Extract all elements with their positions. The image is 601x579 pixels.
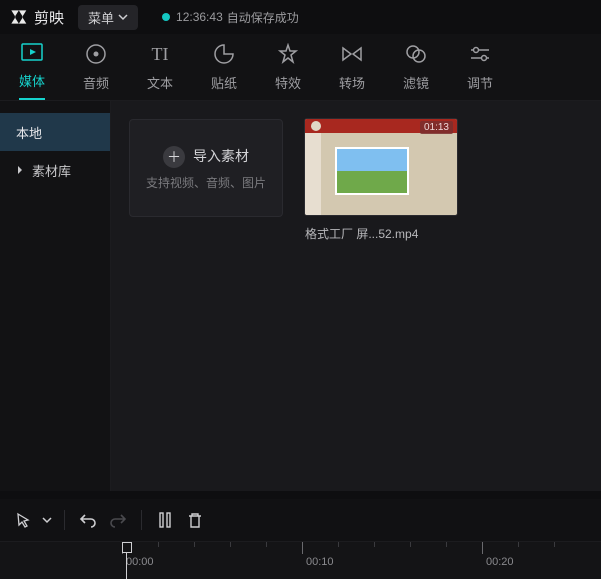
timeline-label: 00:00: [126, 556, 154, 568]
transition-icon: [340, 41, 364, 67]
separator: [64, 510, 65, 530]
tab-audio[interactable]: 音频: [64, 38, 128, 100]
sidebar: 本地 素材库: [0, 101, 111, 491]
timeline-toolbar: [0, 499, 601, 541]
import-title: 导入素材: [193, 146, 249, 166]
text-icon: TI: [152, 41, 169, 67]
trash-icon: [187, 512, 203, 529]
split-button[interactable]: [150, 505, 180, 535]
chevron-down-icon: [118, 12, 128, 22]
tab-text[interactable]: TI 文本: [128, 38, 192, 100]
tab-label: 特效: [275, 73, 301, 100]
tab-effect[interactable]: 特效: [256, 38, 320, 100]
timeline-label: 00:10: [306, 556, 334, 568]
sidebar-item-library[interactable]: 素材库: [0, 151, 110, 189]
delete-button[interactable]: [180, 505, 210, 535]
tab-media[interactable]: 媒体: [0, 38, 64, 100]
media-icon: [20, 39, 44, 65]
menu-button[interactable]: 菜单: [78, 5, 138, 30]
tab-label: 媒体: [19, 71, 45, 100]
adjust-icon: [469, 41, 491, 67]
tab-transition[interactable]: 转场: [320, 38, 384, 100]
redo-button[interactable]: [103, 505, 133, 535]
status-dot-icon: [162, 13, 170, 21]
content-body: 本地 素材库 ＋ 导入素材 支持视频、音频、图片 01:1: [0, 101, 601, 491]
menu-label: 菜单: [88, 8, 114, 27]
select-tool-button[interactable]: [8, 505, 38, 535]
select-tool-dropdown[interactable]: [38, 505, 56, 535]
tab-label: 贴纸: [211, 73, 237, 100]
tab-adjust[interactable]: 调节: [448, 38, 512, 100]
app-logo-icon: [8, 7, 28, 27]
filter-icon: [404, 41, 428, 67]
timeline-ruler[interactable]: 00:00 00:10 00:20: [0, 541, 601, 579]
effect-icon: [277, 41, 299, 67]
panel-divider: [0, 491, 601, 499]
top-tabs: 媒体 音频 TI 文本 贴纸 特效 转场 滤镜 调节: [0, 34, 601, 101]
sidebar-item-label: 素材库: [32, 161, 71, 180]
media-panel: ＋ 导入素材 支持视频、音频、图片 01:13 格式工厂 屏...52.mp4: [111, 101, 601, 491]
redo-icon: [109, 512, 127, 528]
duration-badge: 01:13: [420, 121, 453, 134]
sidebar-item-label: 本地: [16, 123, 42, 142]
sidebar-item-local[interactable]: 本地: [0, 113, 110, 151]
cursor-icon: [15, 512, 31, 528]
undo-icon: [79, 512, 97, 528]
title-bar: 剪映 菜单 12:36:43 自动保存成功: [0, 0, 601, 34]
clip-card[interactable]: 01:13 格式工厂 屏...52.mp4: [305, 119, 457, 242]
import-subtitle: 支持视频、音频、图片: [146, 174, 266, 191]
split-icon: [158, 511, 172, 529]
separator: [141, 510, 142, 530]
plus-icon: ＋: [163, 146, 185, 168]
clip-filename: 格式工厂 屏...52.mp4: [305, 225, 457, 242]
tab-label: 调节: [467, 73, 493, 100]
autosave-status: 12:36:43 自动保存成功: [162, 9, 299, 26]
tab-label: 滤镜: [403, 73, 429, 100]
autosave-time: 12:36:43: [176, 10, 223, 24]
tab-sticker[interactable]: 贴纸: [192, 38, 256, 100]
undo-button[interactable]: [73, 505, 103, 535]
playhead-line: [126, 553, 127, 579]
audio-icon: [85, 41, 107, 67]
tab-label: 文本: [147, 73, 173, 100]
timeline-label: 00:20: [486, 556, 514, 568]
app-name: 剪映: [34, 7, 64, 28]
sticker-icon: [213, 41, 235, 67]
import-card[interactable]: ＋ 导入素材 支持视频、音频、图片: [129, 119, 283, 217]
tab-filter[interactable]: 滤镜: [384, 38, 448, 100]
tab-label: 音频: [83, 73, 109, 100]
clip-thumbnail[interactable]: 01:13: [305, 119, 457, 215]
chevron-down-icon: [42, 515, 52, 525]
tab-label: 转场: [339, 73, 365, 100]
chevron-right-icon: [16, 165, 24, 175]
autosave-text: 自动保存成功: [227, 9, 299, 26]
